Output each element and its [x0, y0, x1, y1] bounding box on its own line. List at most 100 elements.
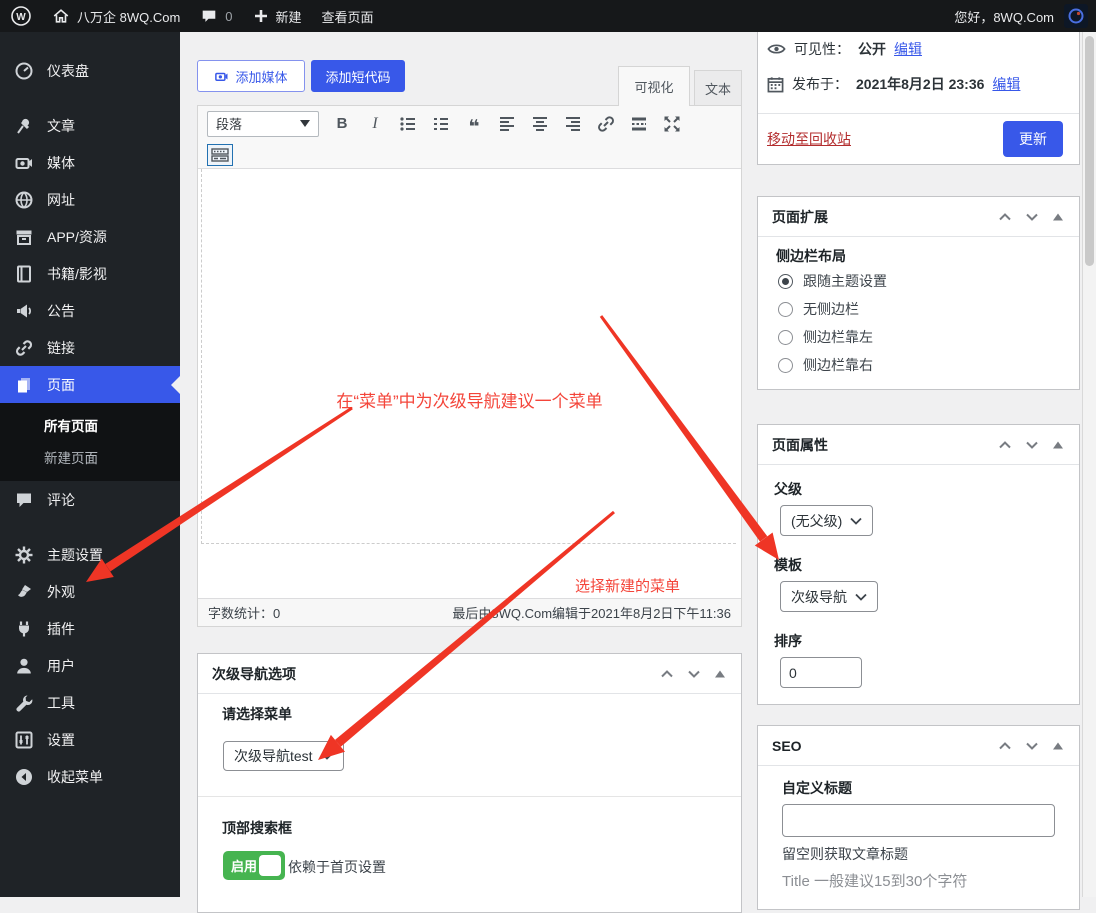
editor-content-area[interactable]: 在“菜单”中为次级导航建议一个菜单 — [198, 169, 741, 598]
sidebar-item-label: 公告 — [47, 302, 75, 319]
site-menu[interactable]: 八万企 8WQ.Com — [42, 0, 190, 32]
sidebar-item-media[interactable]: 媒体 — [0, 144, 180, 181]
select-chevron-icon — [850, 517, 862, 525]
move-down-icon[interactable] — [1024, 437, 1040, 453]
sidebar-item-label: 链接 — [47, 339, 75, 356]
add-media-label: 添加媒体 — [235, 69, 288, 85]
move-to-trash-link[interactable]: 移动至回收站 — [767, 129, 851, 149]
move-down-icon[interactable] — [1024, 209, 1040, 225]
sidebar-item-label: 媒体 — [47, 154, 75, 171]
sidebar-item-plugins[interactable]: 插件 — [0, 610, 180, 647]
sidebar-item-appearance[interactable]: 外观 — [0, 573, 180, 610]
my-account-menu[interactable]: 您好，8WQ.Com — [944, 0, 1064, 32]
link-icon — [13, 338, 35, 358]
radio-follow-theme[interactable] — [778, 273, 793, 289]
radio-no-sidebar[interactable] — [778, 301, 793, 317]
top-search-toggle[interactable]: 启用 — [223, 851, 285, 880]
new-content-menu[interactable]: 新建 — [243, 0, 312, 32]
collapse-panel-icon[interactable] — [1051, 210, 1065, 224]
bold-button[interactable]: B — [332, 114, 352, 134]
sidebar-item-links-site[interactable]: 网址 — [0, 181, 180, 218]
page-extension-panel: 页面扩展 侧边栏布局 跟随主题设置 无侧边栏 侧边栏靠左 侧边栏靠右 — [757, 196, 1080, 390]
radio-sidebar-left[interactable] — [778, 329, 793, 345]
brush-icon — [13, 582, 35, 602]
edit-published-link[interactable]: 编辑 — [992, 74, 1020, 94]
archive-box-icon — [13, 227, 35, 247]
sidebar-item-announcements[interactable]: 公告 — [0, 292, 180, 329]
sidebar-item-posts[interactable]: 文章 — [0, 107, 180, 144]
menu-select[interactable]: 次级导航test — [223, 741, 344, 771]
sidebar-item-label: 收起菜单 — [47, 768, 103, 785]
edit-visibility-link[interactable]: 编辑 — [894, 39, 922, 59]
wordpress-logo[interactable]: W — [0, 0, 42, 32]
align-right-button[interactable] — [563, 114, 583, 134]
align-left-button[interactable] — [497, 114, 517, 134]
move-up-icon[interactable] — [997, 209, 1013, 225]
editor-status-bar: 字数统计：0 最后由8WQ.Com编辑于2021年8月2日下午11:36 — [198, 598, 741, 626]
comments-shortcut[interactable]: 0 — [190, 0, 242, 32]
collapse-panel-icon[interactable] — [1051, 438, 1065, 452]
blockquote-button[interactable]: ❝ — [464, 114, 484, 137]
collapse-panel-icon[interactable] — [713, 667, 727, 681]
move-up-icon[interactable] — [997, 738, 1013, 754]
add-shortcode-label: 添加短代码 — [325, 69, 391, 85]
add-media-button[interactable]: 添加媒体 — [197, 60, 305, 92]
plus-icon — [254, 10, 267, 22]
sidebar-item-label: 文章 — [47, 117, 75, 134]
paragraph-format-select[interactable]: 段落 — [207, 110, 319, 137]
sidebar-item-links[interactable]: 链接 — [0, 329, 180, 366]
add-shortcode-button[interactable]: 添加短代码 — [311, 60, 405, 92]
collapse-arrow-icon — [13, 767, 35, 787]
sidebar-item-label: 用户 — [47, 657, 75, 674]
move-up-icon[interactable] — [659, 666, 675, 682]
align-center-button[interactable] — [530, 114, 550, 134]
read-more-button[interactable] — [629, 114, 649, 134]
collapse-panel-icon[interactable] — [1051, 739, 1065, 753]
scrollbar-thumb[interactable] — [1085, 36, 1094, 266]
submenu-new-page[interactable]: 新建页面 — [0, 441, 180, 473]
sidebar-item-label: 书籍/影视 — [47, 265, 107, 282]
custom-title-input[interactable] — [782, 804, 1055, 837]
view-page-link[interactable]: 查看页面 — [312, 0, 384, 32]
radio-sidebar-right[interactable] — [778, 357, 793, 373]
select-chevron-icon — [855, 593, 867, 601]
sidebar-item-settings[interactable]: 设置 — [0, 721, 180, 758]
sidebar-item-dashboard[interactable]: 仪表盘 — [0, 52, 180, 89]
greeting-text: 您好，8WQ.Com — [954, 9, 1054, 25]
eye-icon — [767, 44, 786, 54]
move-down-icon[interactable] — [686, 666, 702, 682]
publish-divider — [758, 113, 1079, 114]
insert-link-button[interactable] — [596, 114, 616, 134]
select-chevron-icon — [320, 752, 333, 760]
sidebar-item-pages[interactable]: 页面 — [0, 366, 180, 403]
sidebar-item-theme-settings[interactable]: 主题设置 — [0, 536, 180, 573]
update-button[interactable]: 更新 — [1003, 121, 1063, 157]
toolbar-toggle-button[interactable] — [207, 144, 233, 166]
tab-text[interactable]: 文本 — [694, 70, 742, 105]
fullscreen-button[interactable] — [662, 114, 682, 134]
page-scrollbar[interactable] — [1082, 32, 1096, 897]
top-search-label: 顶部搜索框 — [222, 820, 292, 836]
keyboard-icon — [211, 148, 229, 162]
parent-select[interactable]: (无父级) — [780, 505, 874, 536]
sidebar-item-users[interactable]: 用户 — [0, 647, 180, 684]
move-up-icon[interactable] — [997, 437, 1013, 453]
sidebar-item-books-movies[interactable]: 书籍/影视 — [0, 255, 180, 292]
sidebar-item-comments[interactable]: 评论 — [0, 481, 180, 518]
sidebar-item-app-resources[interactable]: APP/资源 — [0, 218, 180, 255]
sidebar-collapse-menu[interactable]: 收起菜单 — [0, 758, 180, 795]
move-down-icon[interactable] — [1024, 738, 1040, 754]
avatar[interactable] — [1064, 4, 1088, 28]
order-input[interactable] — [780, 657, 862, 688]
submenu-all-pages[interactable]: 所有页面 — [0, 409, 180, 441]
sidebar-item-tools[interactable]: 工具 — [0, 684, 180, 721]
admin-bar: W 八万企 8WQ.Com 0 新建 查看页面 您好，8WQ.Com — [0, 0, 1096, 32]
site-name: 八万企 8WQ.Com — [77, 9, 181, 25]
numbered-list-button[interactable] — [431, 114, 451, 134]
template-select[interactable]: 次级导航 — [780, 581, 878, 612]
tab-visual[interactable]: 可视化 — [618, 66, 690, 106]
view-page-label: 查看页面 — [321, 9, 374, 25]
bullet-list-button[interactable] — [398, 114, 418, 134]
add-media-icon — [215, 72, 228, 81]
italic-button[interactable]: I — [365, 114, 385, 134]
